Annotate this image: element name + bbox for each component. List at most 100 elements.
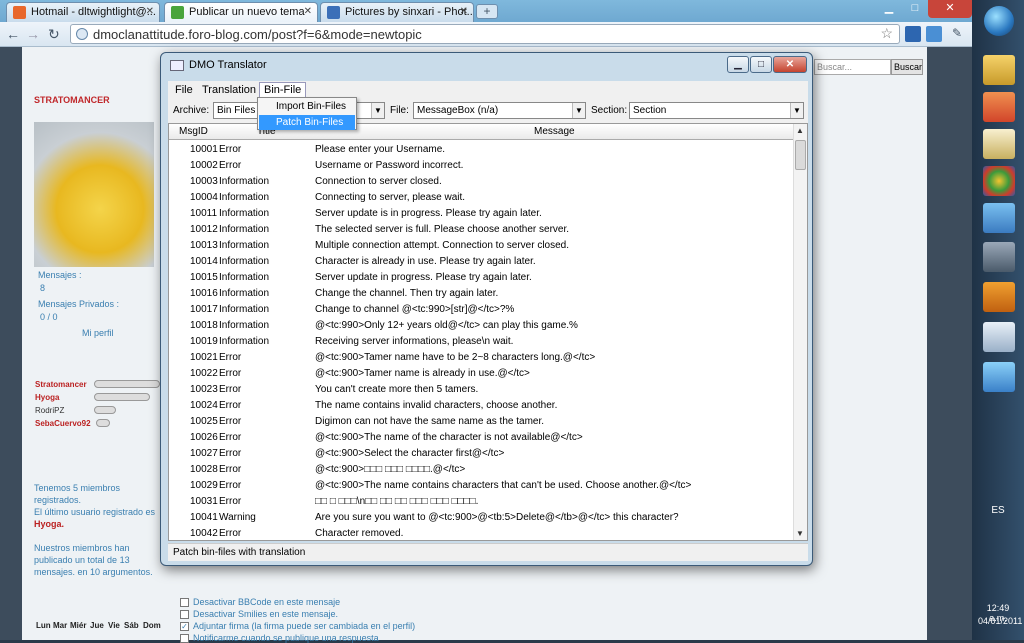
- wrench-icon[interactable]: ✎: [952, 26, 962, 40]
- messenger-icon[interactable]: [983, 203, 1015, 233]
- option-disable-bbcode[interactable]: Desactivar BBCode en este mensaje: [180, 597, 340, 608]
- file-select[interactable]: MessageBox (n/a) ▼: [413, 102, 586, 119]
- close-tab-icon[interactable]: ✕: [304, 6, 312, 17]
- menu-item-import-bin-files[interactable]: Import Bin-Files: [259, 99, 355, 114]
- table-row[interactable]: 10029 Error @<tc:900>The name contains cha…: [169, 478, 794, 494]
- translate-extension-icon[interactable]: [905, 26, 921, 42]
- tool-icon[interactable]: [983, 242, 1015, 272]
- menu-translation[interactable]: Translation: [202, 84, 256, 96]
- column-msgid[interactable]: MsgID: [179, 126, 208, 137]
- cell-message: @<tc:900>Select the character first@</tc…: [315, 448, 505, 459]
- tab-hotmail[interactable]: Hotmail - dltwightlight@... ✕: [6, 2, 160, 22]
- close-button[interactable]: ✕: [773, 56, 807, 73]
- start-button[interactable]: [984, 6, 1014, 36]
- section-select[interactable]: Section ▼: [629, 102, 804, 119]
- new-tab-button[interactable]: +: [476, 4, 498, 19]
- checkbox-checked[interactable]: ✓: [180, 622, 189, 632]
- table-row[interactable]: 10001 Error Please enter your Username.: [169, 142, 794, 158]
- vertical-scrollbar[interactable]: ▲ ▼: [793, 124, 807, 540]
- forum-search-button[interactable]: Buscar: [891, 59, 923, 75]
- scroll-down-icon[interactable]: ▼: [796, 529, 804, 538]
- cell-title: Error: [219, 160, 242, 171]
- close-tab-icon[interactable]: ✕: [460, 6, 468, 17]
- clock-date[interactable]: 04/01/2011: [978, 616, 1022, 626]
- column-message[interactable]: Message: [534, 126, 575, 137]
- cell-title: Information: [219, 208, 270, 219]
- close-tab-icon[interactable]: ✕: [146, 6, 154, 17]
- address-bar[interactable]: dmoclanattitude.foro-blog.com/post?f=6&m…: [70, 24, 900, 44]
- cell-message: Connection to server closed.: [315, 176, 442, 187]
- cell-msgid: 10027: [190, 448, 218, 459]
- table-row[interactable]: 10023 Error You can't create more then 5 t…: [169, 382, 794, 398]
- cell-msgid: 10041: [190, 512, 218, 523]
- table-row[interactable]: 10027 Error @<tc:900>Select the character …: [169, 446, 794, 462]
- maximize-button[interactable]: □: [750, 56, 772, 73]
- online-user[interactable]: Hyoga: [35, 393, 59, 402]
- table-row[interactable]: 10026 Error @<tc:900>The name of the chara…: [169, 430, 794, 446]
- table-row[interactable]: 10024 Error The name contains invalid char…: [169, 398, 794, 414]
- table-row[interactable]: 10014 Information Character is already in …: [169, 254, 794, 270]
- online-user[interactable]: SebaCuervo92: [35, 419, 91, 428]
- last-user[interactable]: Hyoga.: [34, 519, 64, 529]
- paint-icon[interactable]: [983, 362, 1015, 392]
- table-row[interactable]: 10004 Information Connecting to server, pl…: [169, 190, 794, 206]
- table-row[interactable]: 10042 Error Character removed.: [169, 526, 794, 540]
- extension-icon[interactable]: [926, 26, 942, 42]
- option-attach-signature[interactable]: ✓ Adjuntar firma (la firma puede ser camb…: [180, 621, 415, 632]
- online-user[interactable]: RodriPZ: [35, 406, 64, 415]
- media-player-icon[interactable]: [983, 92, 1015, 122]
- tab-photobucket[interactable]: Pictures by sinxari - Phot... ✕: [320, 2, 474, 22]
- table-row[interactable]: 10013 Information Multiple connection atte…: [169, 238, 794, 254]
- table-row[interactable]: 10019 Information Receiving server informa…: [169, 334, 794, 350]
- minimize-button[interactable]: ▁: [727, 56, 749, 73]
- table-row[interactable]: 10016 Information Change the channel. Then…: [169, 286, 794, 302]
- language-indicator[interactable]: ES: [978, 505, 1018, 516]
- table-row[interactable]: 10017 Information Change to channel @<tc:9…: [169, 302, 794, 318]
- forum-search-input[interactable]: Buscar...: [814, 59, 891, 75]
- messages-table: MsgID Title Message 10001 Error Please ent…: [168, 123, 808, 541]
- close-window-button[interactable]: ✕: [928, 0, 972, 18]
- minimize-button[interactable]: ▁: [876, 0, 902, 18]
- translator-app-icon[interactable]: [983, 322, 1015, 352]
- back-button[interactable]: ←: [6, 26, 20, 42]
- scroll-thumb[interactable]: [795, 140, 806, 170]
- menu-file[interactable]: File: [175, 84, 193, 96]
- table-row[interactable]: 10002 Error Username or Password incorrect…: [169, 158, 794, 174]
- cell-message: Are you sure you want to @<tc:900>@<tb:5…: [315, 512, 679, 523]
- checkbox[interactable]: [180, 610, 189, 620]
- tab-publicar[interactable]: Publicar un nuevo tema ✕: [164, 2, 318, 22]
- table-row[interactable]: 10015 Information Server update in progres…: [169, 270, 794, 286]
- table-row[interactable]: 10028 Error @<tc:900>□□□ □□□ □□□□.@</tc>: [169, 462, 794, 478]
- cell-msgid: 10028: [190, 464, 218, 475]
- table-row[interactable]: 10041 Warning Are you sure you want to @<t…: [169, 510, 794, 526]
- notes-icon[interactable]: [983, 129, 1015, 159]
- option-notify[interactable]: Notificarme cuando se publique una respu…: [180, 633, 379, 643]
- archive-value: Bin Files: [217, 105, 256, 116]
- cell-title: Information: [219, 320, 270, 331]
- table-row[interactable]: 10003 Information Connection to server clo…: [169, 174, 794, 190]
- forward-button[interactable]: →: [26, 26, 40, 42]
- profile-link[interactable]: Mi perfil: [82, 328, 114, 338]
- checkbox[interactable]: [180, 634, 189, 643]
- chrome-icon[interactable]: [983, 166, 1015, 196]
- star-icon[interactable]: ☆: [880, 25, 893, 42]
- option-disable-smilies[interactable]: Desactivar Smilies en este mensaje.: [180, 609, 339, 620]
- private-messages-label: Mensajes Privados :: [38, 299, 120, 309]
- calendar-day: Jue: [90, 621, 104, 630]
- checkbox[interactable]: [180, 598, 189, 608]
- scroll-up-icon[interactable]: ▲: [796, 126, 804, 135]
- table-row[interactable]: 10025 Error Digimon can not have the same …: [169, 414, 794, 430]
- table-row[interactable]: 10022 Error @<tc:900>Tamer name is already…: [169, 366, 794, 382]
- menu-item-patch-bin-files[interactable]: Patch Bin-Files: [259, 115, 355, 130]
- explorer-icon[interactable]: [983, 55, 1015, 85]
- table-row[interactable]: 10018 Information @<tc:990>Only 12+ years …: [169, 318, 794, 334]
- online-user[interactable]: Stratomancer: [35, 380, 87, 389]
- table-row[interactable]: 10011 Information Server update is in prog…: [169, 206, 794, 222]
- reload-button[interactable]: ↻: [48, 26, 60, 43]
- table-row[interactable]: 10031 Error □□ □ □□□\n□□ □□ □□ □□□ □□□ □□□…: [169, 494, 794, 510]
- option-label: Desactivar Smilies en este mensaje.: [193, 609, 339, 619]
- maximize-button[interactable]: □: [902, 0, 928, 18]
- game-icon[interactable]: [983, 282, 1015, 312]
- table-row[interactable]: 10012 Information The selected server is f…: [169, 222, 794, 238]
- table-row[interactable]: 10021 Error @<tc:900>Tamer name have to be…: [169, 350, 794, 366]
